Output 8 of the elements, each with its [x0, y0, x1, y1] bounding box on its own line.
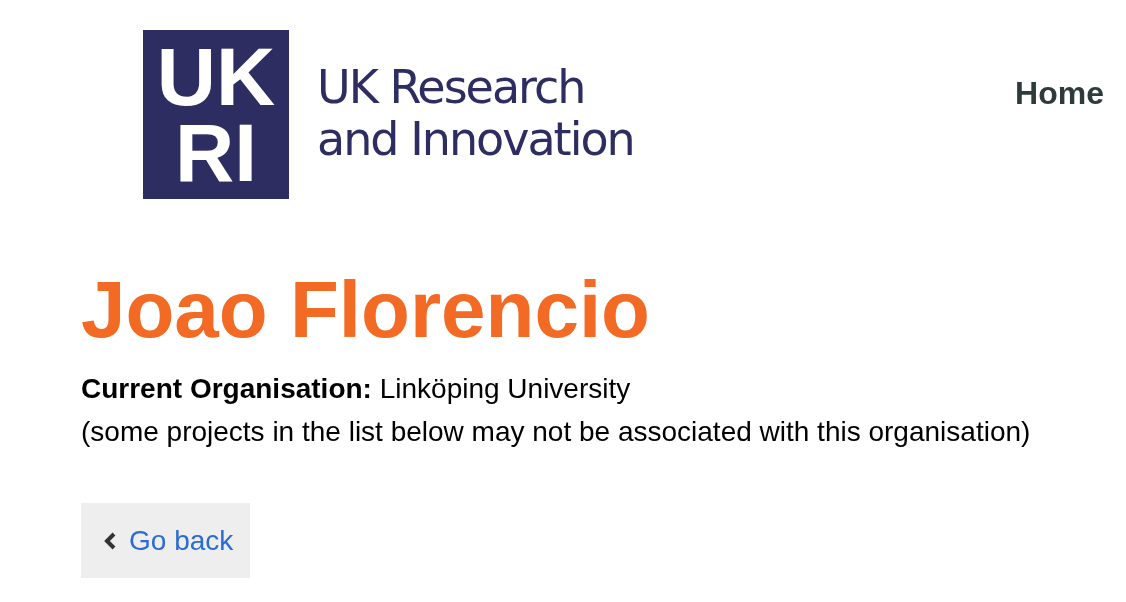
chevron-left-icon [103, 531, 117, 550]
nav-link[interactable]: Home [1015, 74, 1104, 112]
logo-mark: UK RI [143, 30, 289, 199]
projects-note: (some projects in the list below may not be associated with this organisation) [81, 415, 1031, 449]
person-name: Joao Florencio [81, 267, 650, 353]
go-back-button[interactable]: Go back [81, 503, 250, 578]
logo-wordmark: UK Research and Innovation [317, 60, 635, 165]
current-organisation: Current Organisation: Linköping University [81, 372, 631, 406]
